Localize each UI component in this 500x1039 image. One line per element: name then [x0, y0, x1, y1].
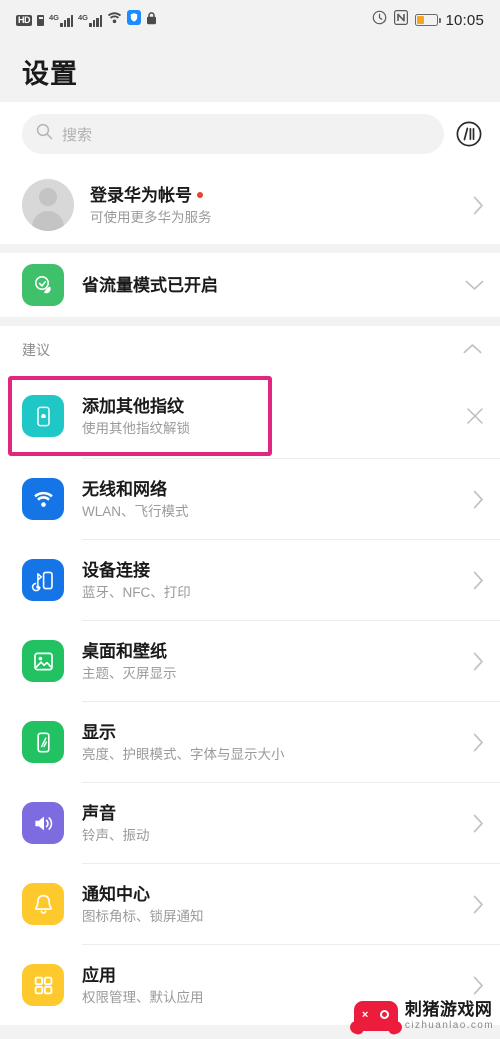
fingerprint-phone-icon — [22, 395, 64, 437]
settings-row-text: 无线和网络 WLAN、飞行模式 — [82, 478, 454, 521]
settings-row-subtitle: 铃声、振动 — [82, 827, 150, 843]
suggestion-section-label: 建议 — [22, 342, 50, 358]
data-saver-expand-chevron[interactable] — [454, 280, 484, 291]
settings-row-chevron — [454, 895, 484, 914]
account-subtitle: 可使用更多华为服务 — [90, 209, 212, 225]
status-bar: HD 4G 4G 10:05 — [0, 0, 500, 40]
settings-row-text: 通知中心图标角标、锁屏通知 — [82, 883, 454, 926]
alarm-icon — [372, 10, 387, 30]
avatar — [22, 179, 74, 231]
settings-row[interactable]: 设备连接蓝牙、NFC、打印 — [0, 540, 500, 620]
account-card: 登录华为帐号 可使用更多华为服务 — [0, 166, 500, 244]
wallpaper-icon — [22, 640, 64, 682]
apps-grid-icon — [22, 964, 64, 1006]
settings-row-subtitle: 主题、灭屏显示 — [82, 665, 177, 681]
battery-icon — [415, 14, 441, 26]
suggestion-item-title: 添加其他指纹 — [82, 396, 184, 416]
settings-row-subtitle: 亮度、护眼模式、字体与显示大小 — [82, 746, 285, 762]
account-title-wrap: 登录华为帐号 — [90, 184, 454, 207]
settings-row-subtitle: 图标角标、锁屏通知 — [82, 908, 204, 924]
settings-screen: HD 4G 4G 10:05 设置 搜索 登录华为帐号 可使用更多华为服务 省流… — [0, 0, 500, 1039]
suggestion-item-fingerprint[interactable]: 添加其他指纹 使用其他指纹解锁 — [0, 374, 500, 458]
settings-row-title: 桌面和壁纸 — [82, 641, 167, 661]
settings-row-chevron — [454, 571, 484, 590]
watermark: × 刺猪游戏网 cizhuanlao.com — [353, 1001, 494, 1031]
data-saver-text: 省流量模式已开启 — [82, 274, 454, 297]
search-placeholder: 搜索 — [62, 126, 93, 144]
watermark-text: 刺猪游戏网 cizhuanlao.com — [405, 1001, 494, 1031]
wifi-icon — [107, 11, 122, 29]
settings-list: 无线和网络 WLAN、飞行模式设备连接蓝牙、NFC、打印桌面和壁纸主题、灭屏显示显… — [0, 459, 500, 1025]
signal-4g-icon-2: 4G — [78, 13, 103, 27]
settings-row-text: 桌面和壁纸主题、灭屏显示 — [82, 640, 454, 683]
display-icon — [22, 721, 64, 763]
account-text: 登录华为帐号 可使用更多华为服务 — [90, 184, 454, 227]
settings-row-chevron — [454, 814, 484, 833]
settings-row[interactable]: 显示亮度、护眼模式、字体与显示大小 — [0, 702, 500, 782]
section-gap-1 — [0, 244, 500, 253]
settings-row-chevron — [454, 652, 484, 671]
settings-row-text: 声音 铃声、振动 — [82, 802, 454, 845]
data-saver-card: 省流量模式已开启 — [0, 253, 500, 317]
settings-row[interactable]: 通知中心图标角标、锁屏通知 — [0, 864, 500, 944]
wifi-icon — [22, 478, 64, 520]
watermark-name: 刺猪游戏网 — [404, 1000, 493, 1019]
data-saver-title: 省流量模式已开启 — [82, 275, 218, 295]
lock-icon — [146, 11, 157, 30]
data-saver-row[interactable]: 省流量模式已开启 — [0, 253, 500, 317]
account-row[interactable]: 登录华为帐号 可使用更多华为服务 — [0, 166, 500, 244]
settings-row-title: 应用 — [82, 965, 116, 985]
suggestion-item-text: 添加其他指纹 使用其他指纹解锁 — [82, 395, 454, 438]
search-icon — [36, 123, 53, 145]
settings-row-subtitle: WLAN、飞行模式 — [82, 503, 189, 519]
gamepad-o-glyph — [379, 1010, 389, 1019]
watermark-url: cizhuanlao.com — [404, 1020, 494, 1031]
settings-row-title: 设备连接 — [82, 560, 150, 580]
settings-row[interactable]: 声音 铃声、振动 — [0, 783, 500, 863]
suggestion-dismiss-button[interactable] — [454, 407, 484, 425]
settings-row-title: 显示 — [82, 722, 116, 742]
search-bar: 搜索 — [0, 102, 500, 166]
signal-4g-icon-1: 4G — [49, 13, 74, 27]
bell-icon — [22, 883, 64, 925]
account-badge-dot — [197, 192, 203, 198]
settings-row[interactable]: 桌面和壁纸主题、灭屏显示 — [0, 621, 500, 701]
suggestion-card: 建议 添加其他指纹 使用其他指纹解锁 — [0, 326, 500, 459]
sim-card-icon — [37, 14, 44, 26]
page-title-bar: 设置 — [0, 40, 500, 102]
settings-row-chevron — [454, 733, 484, 752]
settings-row-subtitle: 蓝牙、NFC、打印 — [82, 584, 191, 600]
leaf-data-saver-icon — [22, 264, 64, 306]
account-title: 登录华为帐号 — [90, 185, 192, 205]
nfc-icon — [394, 10, 409, 30]
suggestion-collapse-chevron[interactable] — [463, 341, 482, 359]
hd-badge-icon: HD — [16, 14, 32, 26]
scan-code-icon[interactable] — [454, 119, 484, 149]
sound-icon — [22, 802, 64, 844]
settings-row[interactable]: 无线和网络 WLAN、飞行模式 — [0, 459, 500, 539]
gamepad-x-glyph: × — [361, 1009, 369, 1021]
account-chevron — [454, 196, 484, 215]
settings-row-title: 通知中心 — [82, 884, 150, 904]
search-input[interactable]: 搜索 — [22, 114, 444, 154]
settings-row-text: 设备连接蓝牙、NFC、打印 — [82, 559, 454, 602]
shield-icon — [127, 10, 142, 30]
settings-row-title: 无线和网络 — [82, 479, 167, 499]
settings-row-chevron — [454, 490, 484, 509]
gamepad-logo-icon: × — [353, 1001, 398, 1031]
page-title: 设置 — [22, 58, 78, 89]
settings-row-chevron — [454, 976, 484, 995]
status-bar-right: 10:05 — [372, 10, 484, 30]
status-bar-left: HD 4G 4G — [16, 10, 157, 30]
status-bar-clock: 10:05 — [445, 11, 484, 29]
device-connection-icon — [22, 559, 64, 601]
settings-row-text: 显示亮度、护眼模式、字体与显示大小 — [82, 721, 454, 764]
section-gap-2 — [0, 317, 500, 326]
settings-row-title: 声音 — [82, 803, 116, 823]
suggestion-item-subtitle: 使用其他指纹解锁 — [82, 420, 190, 436]
suggestion-section-header: 建议 — [0, 326, 500, 374]
